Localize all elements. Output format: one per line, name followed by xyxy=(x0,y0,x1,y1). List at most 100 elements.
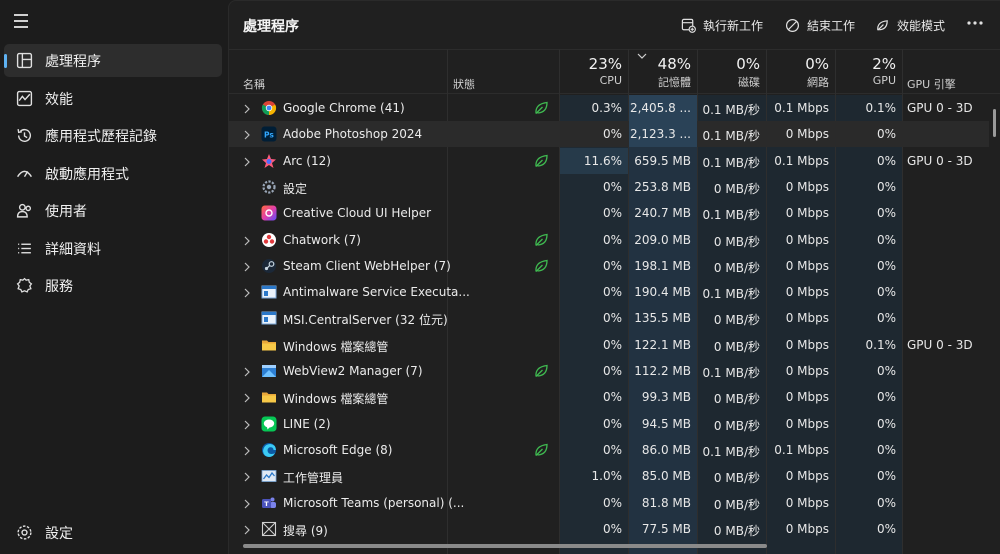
sidebar-item-label: 詳細資料 xyxy=(45,241,101,258)
network-value: 0 Mbps xyxy=(785,337,829,352)
cpu-value: 11.6% xyxy=(583,153,622,168)
disk-total: 0% xyxy=(736,55,760,73)
table-row[interactable]: Arc (12) 11.6% 659.5 MB 0.1 MB/秒 0.1 Mbps 0% G… xyxy=(229,147,989,174)
expand-chevron-icon[interactable] xyxy=(243,471,251,482)
chatwork-icon xyxy=(261,232,277,248)
disk-value: 0 MB/秒 xyxy=(713,260,760,275)
sidebar-item-settings[interactable]: 設定 xyxy=(4,516,222,549)
disk-value: 0.1 MB/秒 xyxy=(702,287,760,302)
disk-value: 0 MB/秒 xyxy=(713,181,760,196)
end-task-label: 結束工作 xyxy=(807,18,856,33)
expand-chevron-icon[interactable] xyxy=(243,129,251,140)
column-header-cpu[interactable]: 23% CPU xyxy=(560,55,622,87)
memory-value: 198.1 MB xyxy=(634,258,691,273)
memory-value: 190.4 MB xyxy=(634,285,691,300)
cpu-value: 0% xyxy=(602,364,622,378)
sidebar-item-processes[interactable]: 處理程序 xyxy=(4,44,222,77)
memory-value: 77.5 MB xyxy=(641,521,691,536)
column-header-gpu[interactable]: 2% GPU xyxy=(836,55,896,87)
table-row[interactable]: Microsoft Edge (8) 0% 86.0 MB 0.1 MB/秒 0.1 M… xyxy=(229,437,989,463)
gpu-value: 0% xyxy=(876,364,896,378)
cpu-total: 23% xyxy=(588,55,622,73)
disk-value: 0.1 MB/秒 xyxy=(702,208,760,223)
table-row[interactable]: Windows 檔案總管 0% 99.3 MB 0 MB/秒 0 Mbps 0% xyxy=(229,384,989,410)
horizontal-scrollbar[interactable] xyxy=(243,544,767,548)
details-icon xyxy=(18,243,31,254)
table-row[interactable]: LINE (2) 0% 94.5 MB 0 MB/秒 0 Mbps 0% xyxy=(229,411,989,437)
efficiency-leaf-icon xyxy=(533,100,549,116)
sidebar-item-history[interactable]: 應用程式歷程記錄 xyxy=(4,119,222,152)
page-title: 處理程序 xyxy=(243,19,299,35)
cpu-value: 0% xyxy=(602,337,622,352)
cpu-value: 0% xyxy=(602,311,622,326)
efficiency-leaf-icon xyxy=(533,153,549,169)
expand-chevron-icon[interactable] xyxy=(243,419,251,430)
more-options-button[interactable] xyxy=(964,12,986,34)
expand-chevron-icon[interactable] xyxy=(243,235,251,245)
expand-chevron-icon[interactable] xyxy=(243,445,251,456)
column-header-network[interactable]: 0% 網路 xyxy=(767,55,829,90)
column-header-name[interactable]: 名稱 xyxy=(243,76,265,92)
table-row[interactable]: Creative Cloud UI Helper 0% 240.7 MB 0.1 MB… xyxy=(229,200,989,226)
expand-chevron-icon[interactable] xyxy=(243,156,251,167)
cpu-value: 0% xyxy=(602,179,622,194)
column-header-gpu-engine[interactable]: GPU 引擎 xyxy=(907,76,956,92)
column-header-memory[interactable]: 48% 記憶體 xyxy=(629,55,691,90)
network-value: 0 Mbps xyxy=(785,206,829,221)
disk-value: 0 MB/秒 xyxy=(713,523,760,538)
table-row[interactable]: Chatwork (7) 0% 209.0 MB 0 MB/秒 0 Mbps 0% xyxy=(229,227,989,253)
vertical-scrollbar[interactable] xyxy=(993,109,996,137)
table-row[interactable]: T Microsoft Teams (personal) (... 0% 81.8 M… xyxy=(229,490,989,516)
sidebar-item-details[interactable]: 詳細資料 xyxy=(4,232,222,265)
folder-icon xyxy=(261,337,277,353)
table-row[interactable]: Google Chrome (41) 0.3% 2,405.8 ... 0.1 MB/… xyxy=(229,95,989,121)
expand-chevron-icon[interactable] xyxy=(243,392,251,403)
table-row[interactable]: WebView2 Manager (7) 0% 112.2 MB 0.1 MB/秒 0 … xyxy=(229,358,989,384)
expand-chevron-icon[interactable] xyxy=(243,524,251,535)
disk-value: 0.1 MB/秒 xyxy=(702,444,760,459)
sidebar-item-label: 處理程序 xyxy=(45,53,101,70)
process-name: MSI.CentralServer (32 位元) xyxy=(283,313,448,328)
folder-icon xyxy=(261,389,277,405)
sidebar-item-startup[interactable]: 啟動應用程式 xyxy=(4,157,222,190)
hamburger-menu-icon[interactable] xyxy=(14,14,32,30)
efficiency-mode-button[interactable]: 效能模式 xyxy=(875,14,945,36)
table-row[interactable]: 搜尋 (9) 0% 77.5 MB 0 MB/秒 0 Mbps 0% xyxy=(229,516,989,542)
table-row[interactable]: MSI.CentralServer (32 位元) 0% 135.5 MB 0 MB/… xyxy=(229,305,989,331)
expand-chevron-icon[interactable] xyxy=(243,366,251,377)
end-task-button[interactable]: 結束工作 xyxy=(785,14,855,36)
disk-value: 0 MB/秒 xyxy=(713,471,760,486)
table-row[interactable]: 設定 0% 253.8 MB 0 MB/秒 0 Mbps 0% xyxy=(229,174,989,200)
sidebar-item-users[interactable]: 使用者 xyxy=(4,194,222,227)
disk-value: 0 MB/秒 xyxy=(713,392,760,407)
table-row[interactable]: 工作管理員 1.0% 85.0 MB 0 MB/秒 0 Mbps 0% xyxy=(229,463,989,489)
column-header-disk[interactable]: 0% 磁碟 xyxy=(698,55,760,90)
table-row[interactable]: Antimalware Service Executa... 0% 190.4 MB… xyxy=(229,279,989,305)
sidebar-item-performance[interactable]: 效能 xyxy=(4,82,222,115)
sidebar-item-services[interactable]: 服務 xyxy=(4,269,222,302)
gpu-value: 0% xyxy=(876,495,896,510)
gpu-engine-value: GPU 0 - 3D xyxy=(907,153,973,168)
run-new-task-button[interactable]: 執行新工作 xyxy=(681,14,763,36)
network-value: 0 Mbps xyxy=(785,285,829,300)
network-value: 0 Mbps xyxy=(785,127,829,142)
table-row[interactable]: Ps Adobe Photoshop 2024 0% 2,123.3 ... 0.1 M… xyxy=(229,121,989,148)
cpu-value: 0% xyxy=(602,258,622,273)
disk-value: 0.1 MB/秒 xyxy=(702,103,760,117)
cpu-value: 0% xyxy=(602,127,622,142)
network-value: 0 Mbps xyxy=(785,416,829,431)
network-value: 0 Mbps xyxy=(785,469,829,484)
cpu-value: 0% xyxy=(602,495,622,510)
table-row[interactable]: Windows 檔案總管 0% 122.1 MB 0 MB/秒 0 Mbps 0.1% GP… xyxy=(229,332,989,358)
expand-chevron-icon[interactable] xyxy=(243,498,251,508)
cpu-value: 0% xyxy=(602,206,622,221)
gpu-engine-value: GPU 0 - 3D xyxy=(907,337,973,352)
expand-chevron-icon[interactable] xyxy=(243,103,251,114)
table-row[interactable]: Steam Client WebHelper (7) 0% 198.1 MB 0 MB… xyxy=(229,253,989,279)
history-icon xyxy=(17,128,32,142)
process-name: 搜尋 (9) xyxy=(283,523,328,538)
expand-chevron-icon[interactable] xyxy=(243,287,251,298)
disk-value: 0 MB/秒 xyxy=(713,497,760,512)
expand-chevron-icon[interactable] xyxy=(243,261,251,272)
column-header-status[interactable]: 狀態 xyxy=(453,76,475,92)
